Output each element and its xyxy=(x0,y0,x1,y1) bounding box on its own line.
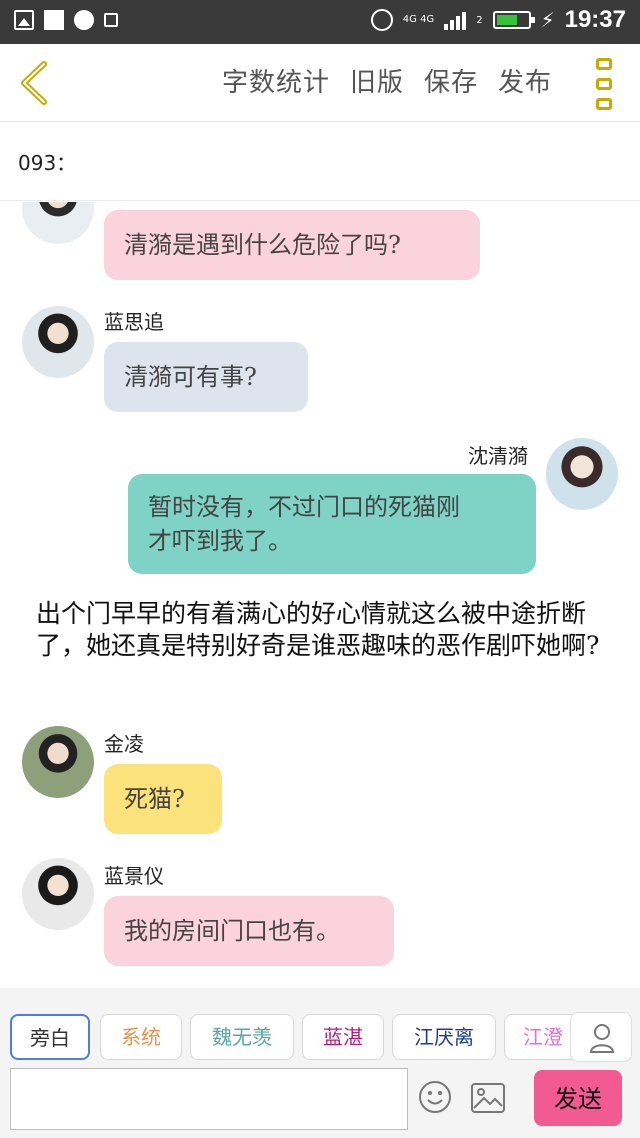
alarm-icon xyxy=(370,9,393,31)
sim-slot: 2 xyxy=(476,14,483,26)
message-bubble[interactable]: 死猫? xyxy=(104,764,222,834)
clock: 19:37 xyxy=(564,6,626,33)
speaker-name: 沈清漪 xyxy=(468,444,528,468)
person-icon xyxy=(589,1024,615,1053)
emoji-icon[interactable] xyxy=(418,1080,452,1114)
system-indicators: 4G 4G 2 ⚡ 19:37 xyxy=(370,6,626,34)
square-notification-icon xyxy=(44,10,64,30)
image-icon[interactable] xyxy=(470,1082,506,1114)
speaker-name: 蓝思追 xyxy=(104,310,164,334)
save-button[interactable]: 保存 xyxy=(424,62,478,99)
avatar[interactable] xyxy=(22,202,94,244)
avatar[interactable] xyxy=(22,306,94,378)
image-notification-icon xyxy=(14,10,34,30)
bag-icon xyxy=(104,13,118,27)
message-bubble[interactable]: 清漪可有事? xyxy=(104,342,308,412)
role-manage-button[interactable] xyxy=(570,1012,632,1062)
role-chip-jiang-yanli[interactable]: 江厌离 xyxy=(392,1014,496,1060)
status-bar: 4G 4G 2 ⚡ 19:37 xyxy=(0,0,640,44)
old-version-button[interactable]: 旧版 xyxy=(350,62,404,99)
notification-icons xyxy=(14,10,118,30)
message-line: 才吓到我了。 xyxy=(148,527,292,555)
speaker-name: 蓝景仪 xyxy=(104,864,164,888)
chat-area[interactable]: 清漪是遇到什么危险了吗? 蓝思追 清漪可有事? 沈清漪 暂时没有，不过门口的死猫… xyxy=(0,202,640,988)
avatar[interactable] xyxy=(22,858,94,930)
role-chip-narrator[interactable]: 旁白 xyxy=(10,1014,90,1060)
role-selector: 旁白 系统 魏无羡 蓝湛 江厌离 江澄 xyxy=(0,988,640,1066)
word-count-button[interactable]: 字数统计 xyxy=(222,62,330,99)
battery-icon xyxy=(492,11,535,29)
send-button[interactable]: 发送 xyxy=(534,1070,622,1126)
composer: 发送 xyxy=(0,1066,640,1138)
message-bubble[interactable]: 清漪是遇到什么危险了吗? xyxy=(104,210,480,280)
publish-button[interactable]: 发布 xyxy=(498,62,552,99)
narration-text[interactable]: 出个门早早的有着满心的好心情就这么被中途折断了，她还真是特别好奇是谁恶趣味的恶作… xyxy=(36,598,616,662)
app-header: 字数统计 旧版 保存 发布 xyxy=(0,44,640,122)
globe-icon xyxy=(74,10,94,30)
avatar[interactable] xyxy=(546,438,618,510)
role-chip-system[interactable]: 系统 xyxy=(100,1014,182,1060)
chapter-title[interactable]: 093： xyxy=(0,123,640,201)
signal-icon xyxy=(444,10,467,30)
back-icon[interactable] xyxy=(14,58,58,108)
message-line: 暂时没有，不过门口的死猫刚 xyxy=(148,493,460,521)
role-chip-lan-zhan[interactable]: 蓝湛 xyxy=(302,1014,384,1060)
message-bubble[interactable]: 我的房间门口也有。 xyxy=(104,896,394,966)
header-actions: 字数统计 旧版 保存 发布 xyxy=(222,62,552,99)
chapter-label: 093： xyxy=(18,151,77,175)
charging-icon: ⚡ xyxy=(540,8,555,32)
message-bubble[interactable]: 暂时没有，不过门口的死猫刚 才吓到我了。 xyxy=(128,474,536,574)
speaker-name: 金凌 xyxy=(104,732,144,756)
network-type: 4G 4G xyxy=(402,14,435,25)
role-chip-wei-wuxian[interactable]: 魏无羡 xyxy=(190,1014,294,1060)
avatar[interactable] xyxy=(22,726,94,798)
more-menu-icon[interactable] xyxy=(596,58,616,110)
message-input[interactable] xyxy=(10,1068,408,1130)
